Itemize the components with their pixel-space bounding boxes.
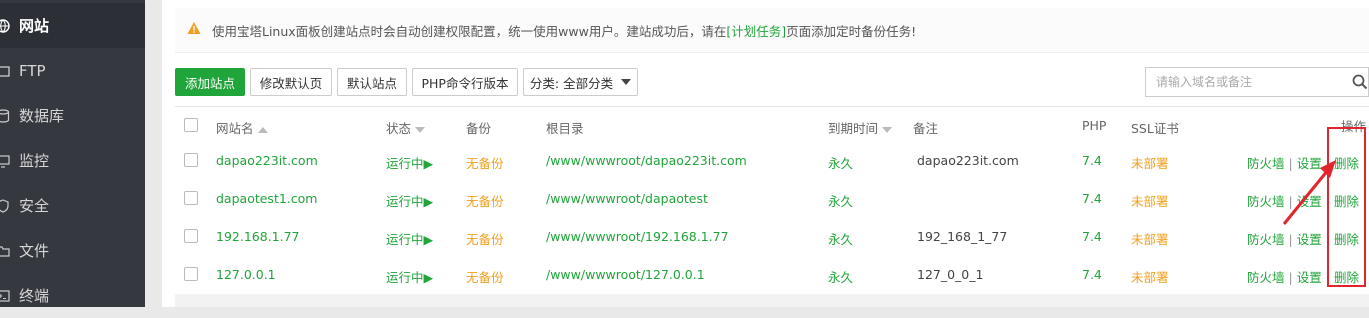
site-name-link[interactable]: dapao223it.com bbox=[216, 153, 318, 168]
php-cli-version-button[interactable]: PHP命令行版本 bbox=[412, 68, 518, 96]
backup-link[interactable]: 无备份 bbox=[466, 229, 504, 248]
backup-link[interactable]: 无备份 bbox=[466, 191, 504, 210]
remark-field[interactable]: dapao223it.com bbox=[917, 153, 1019, 168]
terminal-icon bbox=[0, 289, 10, 303]
root-dir-link[interactable]: /www/wwwroot/dapao223it.com bbox=[546, 153, 747, 168]
search-input[interactable] bbox=[1154, 74, 1338, 90]
shield-icon bbox=[0, 198, 10, 213]
row-checkbox[interactable] bbox=[184, 229, 198, 243]
table-footer bbox=[175, 294, 1369, 307]
sidebar-item-label: 文件 bbox=[19, 242, 50, 260]
annotation-arrow-icon bbox=[1282, 160, 1336, 225]
folder-icon bbox=[0, 244, 10, 258]
sort-down-icon bbox=[415, 126, 426, 133]
header-remark: 备注 bbox=[913, 121, 939, 136]
ssl-status[interactable]: 未部署 bbox=[1131, 229, 1169, 248]
sidebar-item-terminal[interactable]: 终端 bbox=[0, 273, 145, 318]
header-ssl: SSL证书 bbox=[1131, 121, 1179, 136]
sidebar-item-label: 安全 bbox=[19, 197, 50, 215]
notice-banner: 使用宝塔Linux面板创建站点时会自动创建权限配置，统一使用www用户。建站成功… bbox=[175, 8, 1369, 53]
status-toggle[interactable]: 运行中▶ bbox=[386, 267, 433, 286]
expire-date[interactable]: 永久 bbox=[828, 267, 853, 286]
php-version[interactable]: 7.4 bbox=[1082, 267, 1102, 282]
ssl-status[interactable]: 未部署 bbox=[1131, 191, 1169, 210]
sidebar-item-label: 数据库 bbox=[19, 107, 65, 125]
sidebar-item-ftp[interactable]: FTP bbox=[0, 48, 145, 93]
category-select[interactable]: 分类: 全部分类 bbox=[523, 68, 638, 96]
php-version[interactable]: 7.4 bbox=[1082, 153, 1102, 168]
notice-text: 使用宝塔Linux面板创建站点时会自动创建权限配置，统一使用www用户。建站成功… bbox=[212, 24, 917, 39]
sidebar-item-security[interactable]: 安全 bbox=[0, 183, 145, 228]
table-row: 127.0.0.1 运行中▶ 无备份 /www/wwwroot/127.0.0.… bbox=[175, 256, 1369, 295]
status-toggle[interactable]: 运行中▶ bbox=[386, 191, 433, 210]
table-header: 网站名 状态 备份 根目录 到期时间 备注 PHP SSL证书 操作 bbox=[175, 106, 1369, 145]
site-name-link[interactable]: 192.168.1.77 bbox=[216, 229, 300, 244]
php-version[interactable]: 7.4 bbox=[1082, 229, 1102, 244]
default-site-button[interactable]: 默认站点 bbox=[337, 68, 407, 96]
row-checkbox[interactable] bbox=[184, 153, 198, 167]
remark-field[interactable]: 127_0_0_1 bbox=[917, 267, 983, 282]
sidebar: 网站 FTP 数据库 监控 安全 文件 终端 bbox=[0, 0, 145, 307]
sidebar-item-files[interactable]: 文件 bbox=[0, 228, 145, 273]
search-icon[interactable] bbox=[1352, 74, 1368, 94]
firewall-link[interactable]: 防火墙 bbox=[1247, 270, 1285, 285]
select-all-checkbox[interactable] bbox=[184, 118, 198, 132]
row-checkbox[interactable] bbox=[184, 191, 198, 205]
ssl-status[interactable]: 未部署 bbox=[1131, 267, 1169, 286]
cron-task-link[interactable]: [计划任务] bbox=[726, 24, 786, 39]
sidebar-item-label: 网站 bbox=[19, 17, 50, 35]
header-root: 根目录 bbox=[546, 121, 584, 136]
backup-link[interactable]: 无备份 bbox=[466, 153, 504, 172]
sidebar-item-label: 终端 bbox=[19, 287, 50, 305]
settings-link[interactable]: 设置 bbox=[1297, 270, 1322, 285]
row-checkbox[interactable] bbox=[184, 267, 198, 281]
firewall-link[interactable]: 防火墙 bbox=[1247, 232, 1285, 247]
expire-date[interactable]: 永久 bbox=[828, 153, 853, 172]
sort-down-icon bbox=[882, 126, 893, 133]
sidebar-item-label: FTP bbox=[19, 61, 46, 80]
status-toggle[interactable]: 运行中▶ bbox=[386, 229, 433, 248]
header-status[interactable]: 状态 bbox=[386, 118, 426, 137]
header-name[interactable]: 网站名 bbox=[216, 118, 268, 137]
search-box bbox=[1145, 67, 1369, 97]
table-row: dapaotest1.com 运行中▶ 无备份 /www/wwwroot/dap… bbox=[175, 180, 1369, 219]
ssl-status[interactable]: 未部署 bbox=[1131, 153, 1169, 172]
edit-default-page-button[interactable]: 修改默认页 bbox=[250, 68, 332, 96]
sidebar-item-monitor[interactable]: 监控 bbox=[0, 138, 145, 183]
expire-date[interactable]: 永久 bbox=[828, 229, 853, 248]
sidebar-item-database[interactable]: 数据库 bbox=[0, 93, 145, 138]
remark-field[interactable]: 192_168_1_77 bbox=[917, 229, 1007, 244]
add-site-button[interactable]: 添加站点 bbox=[175, 68, 245, 96]
warning-icon bbox=[187, 21, 201, 39]
status-toggle[interactable]: 运行中▶ bbox=[386, 153, 433, 172]
header-backup: 备份 bbox=[466, 121, 492, 136]
ftp-icon bbox=[0, 64, 10, 78]
site-name-link[interactable]: 127.0.0.1 bbox=[216, 267, 276, 282]
database-icon bbox=[0, 108, 10, 123]
settings-link[interactable]: 设置 bbox=[1297, 232, 1322, 247]
site-name-link[interactable]: dapaotest1.com bbox=[216, 191, 317, 206]
sidebar-item-website[interactable]: 网站 bbox=[0, 3, 145, 48]
category-select-value: 分类: 全部分类 bbox=[529, 75, 614, 91]
header-php: PHP bbox=[1082, 118, 1107, 133]
root-dir-link[interactable]: /www/wwwroot/127.0.0.1 bbox=[546, 267, 705, 282]
root-dir-link[interactable]: /www/wwwroot/192.168.1.77 bbox=[546, 229, 729, 244]
caret-down-icon bbox=[621, 79, 632, 85]
globe-icon bbox=[0, 18, 10, 33]
monitor-icon bbox=[0, 154, 10, 168]
root-dir-link[interactable]: /www/wwwroot/dapaotest bbox=[546, 191, 708, 206]
php-version[interactable]: 7.4 bbox=[1082, 191, 1102, 206]
table-row: dapao223it.com 运行中▶ 无备份 /www/wwwroot/dap… bbox=[175, 142, 1369, 181]
sidebar-item-label: 监控 bbox=[19, 152, 50, 170]
sort-up-icon bbox=[257, 126, 268, 133]
table-row: 192.168.1.77 运行中▶ 无备份 /www/wwwroot/192.1… bbox=[175, 218, 1369, 257]
expire-date[interactable]: 永久 bbox=[828, 191, 853, 210]
header-expire[interactable]: 到期时间 bbox=[828, 118, 893, 137]
backup-link[interactable]: 无备份 bbox=[466, 267, 504, 286]
